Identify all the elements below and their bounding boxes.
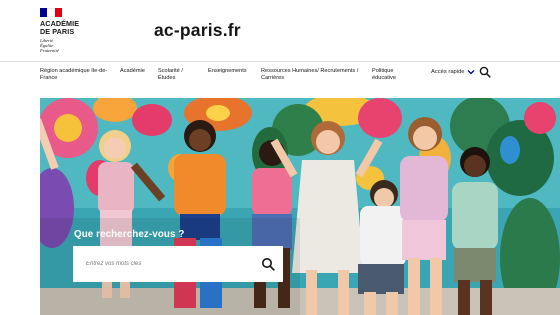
nav-item-scolarite[interactable]: Scolarité / Études (158, 68, 198, 81)
french-flag-icon (40, 8, 62, 17)
nav-item-enseignements[interactable]: Enseignements (208, 68, 254, 75)
hero-banner: Que recherchez-vous ? (40, 98, 560, 315)
search-icon[interactable] (479, 66, 491, 78)
nav-item-academie[interactable]: Académie (120, 68, 150, 75)
chevron-down-icon (467, 70, 474, 75)
search-icon (262, 258, 275, 271)
nav-item-politique-educative[interactable]: Politique éducative (372, 68, 408, 81)
main-nav: Région académique Ile-de-France Académie… (0, 62, 560, 98)
site-name[interactable]: ac-paris.fr (154, 20, 241, 41)
logo-motto: Liberté Égalité Fraternité (40, 38, 59, 54)
search-heading: Que recherchez-vous ? (74, 229, 185, 240)
logo-title: ACADÉMIE DE PARIS (40, 19, 80, 36)
nav-item-region-academique[interactable]: Région académique Ile-de-France (40, 68, 110, 81)
nav-item-ressources-humaines[interactable]: Ressources Humaines/ Recrutements / Carr… (261, 68, 363, 81)
quick-access-dropdown[interactable]: Accès rapide (431, 69, 475, 75)
search-submit-button[interactable] (253, 246, 283, 282)
site-header: ACADÉMIE DE PARIS Liberté Égalité Frater… (0, 0, 560, 61)
hero-photo (40, 98, 560, 315)
academie-logo[interactable]: ACADÉMIE DE PARIS Liberté Égalité Frater… (40, 8, 94, 54)
search-input[interactable] (73, 246, 253, 282)
quick-access-label: Accès rapide (431, 69, 465, 75)
search-bar (73, 246, 283, 282)
